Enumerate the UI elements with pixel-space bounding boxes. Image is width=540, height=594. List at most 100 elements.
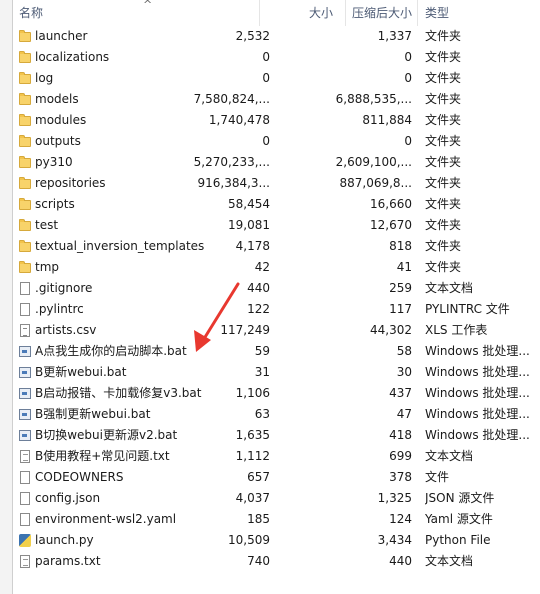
file-row[interactable]: outputs 0 0 文件夹: [13, 131, 540, 152]
file-size: 440: [247, 281, 270, 295]
file-type: 文本文档: [425, 554, 474, 568]
folder-icon-shape: [19, 51, 31, 63]
file-compressed-size: 30: [396, 365, 412, 379]
file-row[interactable]: params.txt 740 440 文本文档: [13, 551, 540, 572]
document-icon: [19, 492, 31, 505]
text-file-icon: [19, 555, 31, 568]
file-row[interactable]: tmp 42 41 文件夹: [13, 257, 540, 278]
file-row[interactable]: py310 5,270,233,... 2,609,100,... 文件夹: [13, 152, 540, 173]
file-row[interactable]: A点我生成你的启动脚本.bat 59 58 Windows 批处理...: [13, 341, 540, 362]
folder-icon: [19, 72, 31, 85]
folder-icon: [19, 156, 31, 169]
document-icon: [19, 471, 31, 484]
file-size: 59: [254, 344, 270, 358]
python-file-icon: [19, 534, 31, 547]
file-size: 0: [262, 134, 270, 148]
column-divider[interactable]: [345, 0, 346, 26]
file-size: 2,532: [235, 29, 270, 43]
file-compressed-size: 58: [396, 344, 412, 358]
file-type: 文件夹: [425, 176, 462, 190]
file-compressed-size: 16,660: [370, 197, 412, 211]
file-row[interactable]: B使用教程+常见问题.txt 1,112 699 文本文档: [13, 446, 540, 467]
file-row[interactable]: .gitignore 440 259 文本文档: [13, 278, 540, 299]
file-size: 1,635: [235, 428, 270, 442]
file-row[interactable]: artists.csv 117,249 44,302 XLS 工作表: [13, 320, 540, 341]
file-row[interactable]: .pylintrc 122 117 PYLINTRC 文件: [13, 299, 540, 320]
file-row[interactable]: environment-wsl2.yaml 185 124 Yaml 源文件: [13, 509, 540, 530]
folder-icon-shape: [19, 93, 31, 105]
text-file-icon-shape: [20, 555, 30, 568]
file-type: Windows 批处理...: [425, 386, 530, 400]
file-type: 文件夹: [425, 239, 462, 253]
file-row[interactable]: launcher 2,532 1,337 文件夹: [13, 26, 540, 47]
file-row[interactable]: scripts 58,454 16,660 文件夹: [13, 194, 540, 215]
file-type: PYLINTRC 文件: [425, 302, 510, 316]
file-size: 4,037: [235, 491, 270, 505]
column-divider[interactable]: [417, 0, 418, 26]
folder-icon-shape: [19, 240, 31, 252]
file-compressed-size: 117: [389, 302, 412, 316]
text-file-icon: [19, 450, 31, 463]
file-type: 文件夹: [425, 197, 462, 211]
file-compressed-size: 699: [389, 449, 412, 463]
column-header-bar: 名称 ^ 大小 压缩后大小 类型: [13, 0, 540, 26]
folder-icon: [19, 135, 31, 148]
file-row[interactable]: B更新webui.bat 31 30 Windows 批处理...: [13, 362, 540, 383]
file-size: 740: [247, 554, 270, 568]
folder-icon-shape: [19, 177, 31, 189]
folder-icon: [19, 219, 31, 232]
document-icon: [19, 513, 31, 526]
folder-icon-shape: [19, 72, 31, 84]
column-header-name[interactable]: 名称: [19, 0, 43, 26]
file-size: 10,509: [228, 533, 270, 547]
file-row[interactable]: test 19,081 12,670 文件夹: [13, 215, 540, 236]
batch-file-icon-shape: [19, 346, 31, 357]
batch-file-icon-shape: [19, 388, 31, 399]
file-compressed-size: 0: [404, 134, 412, 148]
file-size: 5,270,233,...: [193, 155, 270, 169]
file-compressed-size: 3,434: [377, 533, 412, 547]
file-row[interactable]: models 7,580,824,... 6,888,535,... 文件夹: [13, 89, 540, 110]
batch-file-icon: [19, 429, 31, 442]
file-size: 185: [247, 512, 270, 526]
column-header-type[interactable]: 类型: [425, 0, 449, 26]
file-row[interactable]: modules 1,740,478 811,884 文件夹: [13, 110, 540, 131]
folder-icon-shape: [19, 135, 31, 147]
batch-file-icon-shape: [19, 409, 31, 420]
file-compressed-size: 811,884: [362, 113, 412, 127]
file-type: 文件夹: [425, 155, 462, 169]
file-row[interactable]: B强制更新webui.bat 63 47 Windows 批处理...: [13, 404, 540, 425]
file-compressed-size: 41: [396, 260, 412, 274]
file-size: 1,112: [235, 449, 270, 463]
folder-icon-shape: [19, 156, 31, 168]
file-row[interactable]: textual_inversion_templates 4,178 818 文件夹: [13, 236, 540, 257]
file-row[interactable]: launch.py 10,509 3,434 Python File: [13, 530, 540, 551]
file-row[interactable]: repositories 916,384,3... 887,069,8... 文件夹: [13, 173, 540, 194]
file-row[interactable]: B切换webui更新源v2.bat 1,635 418 Windows 批处理...: [13, 425, 540, 446]
file-size: 0: [262, 50, 270, 64]
folder-icon: [19, 30, 31, 43]
file-row[interactable]: log 0 0 文件夹: [13, 68, 540, 89]
file-compressed-size: 259: [389, 281, 412, 295]
sort-ascending-icon: ^: [143, 0, 153, 11]
document-icon-shape: [20, 303, 30, 316]
file-row[interactable]: localizations 0 0 文件夹: [13, 47, 540, 68]
file-size: 4,178: [235, 239, 270, 253]
column-header-compressed-size[interactable]: 压缩后大小: [352, 0, 412, 26]
file-type: Windows 批处理...: [425, 344, 530, 358]
folder-icon-shape: [19, 30, 31, 42]
file-type: JSON 源文件: [425, 491, 495, 505]
column-header-size[interactable]: 大小: [309, 0, 333, 26]
column-divider[interactable]: [259, 0, 260, 26]
file-row[interactable]: config.json 4,037 1,325 JSON 源文件: [13, 488, 540, 509]
file-size: 58,454: [228, 197, 270, 211]
file-type: 文件夹: [425, 71, 462, 85]
file-type: Windows 批处理...: [425, 407, 530, 421]
file-compressed-size: 418: [389, 428, 412, 442]
file-size: 657: [247, 470, 270, 484]
folder-icon-shape: [19, 114, 31, 126]
file-size: 1,740,478: [208, 113, 270, 127]
file-type: 文本文档: [425, 449, 474, 463]
file-row[interactable]: CODEOWNERS 657 378 文件: [13, 467, 540, 488]
file-row[interactable]: B启动报错、卡加载修复v3.bat 1,106 437 Windows 批处理...: [13, 383, 540, 404]
